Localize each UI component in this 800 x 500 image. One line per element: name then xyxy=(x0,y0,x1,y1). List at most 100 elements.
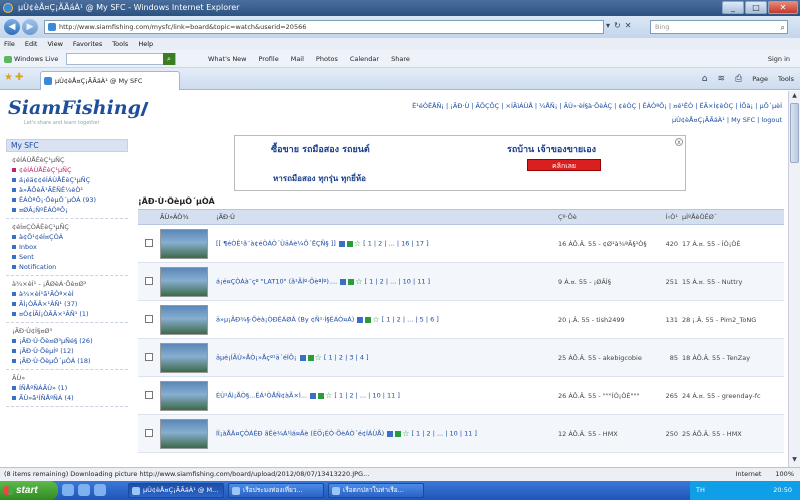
sign-in-link[interactable]: Sign in xyxy=(768,50,790,68)
sidebar-item[interactable]: à¢Õ¹¢éÍ¤ÇÒÁ xyxy=(12,232,122,242)
tools-menu[interactable]: Tools xyxy=(778,72,794,86)
sidebar-item[interactable]: à¾×èÍ¹ã¹ÃÒª×èÍ xyxy=(12,289,122,299)
site-logo[interactable]: SiamFishing xyxy=(8,97,156,119)
topic-pages[interactable]: [ 1 | 2 | ... | 10 | 11 ] xyxy=(365,278,431,286)
header-views[interactable]: Í‹Ò¹ xyxy=(658,210,682,224)
sidebar-item[interactable]: á¡éä¢¢éÍÁÙÅÊèÇ¹µÑÇ xyxy=(12,175,122,185)
taskbar-task-3[interactable]: เรือตกปลาในท่าเรือ... xyxy=(328,483,424,498)
sidebar-item[interactable]: ÊÁÒªÔ¡·ÕèµÔ´µÒÁ (93) xyxy=(12,195,122,205)
views-cell: 85 xyxy=(669,353,678,362)
wl-link-profile[interactable]: Profile xyxy=(259,50,279,68)
dropdown-arrow-icon[interactable]: ▾ xyxy=(606,21,614,30)
menu-view[interactable]: View xyxy=(47,38,62,50)
address-bar[interactable]: http://www.siamfishing.com/mysfc/link=bo… xyxy=(44,20,604,34)
minimize-button[interactable]: _ xyxy=(722,1,744,14)
sidebar-item[interactable]: ÃÙ»ã¹ÍÑÅºÑÁ (4) xyxy=(12,393,122,403)
wl-link-calendar[interactable]: Calendar xyxy=(350,50,379,68)
sidebar-item[interactable]: ¡ÃÐ·Ù·Õè¤Ø³µÑé§ (26) xyxy=(12,336,122,346)
zoom-level[interactable]: 100% xyxy=(775,468,794,481)
sidebar-item[interactable]: ¤ØÂ¡ÑºÊÁÒªÔ¡ xyxy=(12,205,122,215)
sidebar-item[interactable]: ¤Ó¢ÍÃÍ¡ÒÃÂ×¹ÂÑ¹ (1) xyxy=(12,309,122,319)
menu-edit[interactable]: Edit xyxy=(25,38,38,50)
quick-launch-browser-icon[interactable] xyxy=(78,484,90,496)
row-checkbox[interactable] xyxy=(145,390,153,399)
search-icon[interactable]: ⌕ xyxy=(781,22,785,34)
sidebar-item[interactable]: Notification xyxy=(12,262,122,272)
sidebar-item[interactable]: ÃÍ¡ÒÃÂ×¹ÂÑ¹ (37) xyxy=(12,299,122,309)
topic-title-link[interactable]: äµé¡ÍÃÙ»ÅÒ¡»Åçº¹ä´éÍÔ¡ xyxy=(216,354,297,362)
menu-help[interactable]: Help xyxy=(138,38,153,50)
sidebar-item[interactable]: Inbox xyxy=(12,242,122,252)
print-icon[interactable]: ⎙ xyxy=(735,72,742,86)
home-icon[interactable]: ⌂ xyxy=(702,72,708,86)
wl-link-share[interactable]: Share xyxy=(391,50,410,68)
wl-link-whats-new[interactable]: What's New xyxy=(208,50,247,68)
scrollbar-thumb[interactable] xyxy=(790,103,799,163)
top-navigation[interactable]: Ë¹éÒËÅÑ¡ | ¡ÃÐ·Ù | ÃÕÇÔÇ | ×ÍÃìÁÙÅ | ¼ÅÑ… xyxy=(380,101,782,111)
topic-pages[interactable]: [ 1 | 2 | ... | 16 | 17 ] xyxy=(363,240,429,248)
header-last-reply[interactable]: µÍºÅèÒÊØ´ xyxy=(682,210,784,224)
topic-thumbnail[interactable] xyxy=(160,304,208,335)
sidebar-item[interactable]: ¡ÃÐ·Ù·ÕèµÍº (12) xyxy=(12,346,122,356)
sidebar-item[interactable]: ¢éÍÁÙÅÊèÇ¹µÑÇ xyxy=(12,165,122,175)
scroll-up-icon[interactable]: ▲ xyxy=(790,92,799,102)
feeds-icon[interactable]: ≋ xyxy=(717,72,725,86)
start-button[interactable]: start xyxy=(0,481,58,500)
wl-link-photos[interactable]: Photos xyxy=(316,50,338,68)
back-button[interactable]: ◀ xyxy=(4,19,20,35)
topic-thumbnail[interactable] xyxy=(160,266,208,297)
header-topic[interactable]: ¡ÃÐ·Ù xyxy=(214,210,556,224)
vertical-scrollbar[interactable]: ▲ ▼ xyxy=(788,91,800,467)
topic-title-link[interactable]: ä»µ¡ÃÐ¾§·Õèà¡ÒÐÊÁØÂ (By ¢Ñ¹·Í§ÊÁÒ¤Á) xyxy=(216,316,354,324)
row-checkbox[interactable] xyxy=(145,428,153,437)
topic-pages[interactable]: [ 1 | 2 | ... | 5 | 6 ] xyxy=(382,316,439,324)
wl-link-mail[interactable]: Mail xyxy=(291,50,304,68)
menu-file[interactable]: File xyxy=(4,38,15,50)
quick-launch-desktop-icon[interactable] xyxy=(94,484,106,496)
security-zone: Internet xyxy=(735,470,762,478)
close-button[interactable]: ✕ xyxy=(768,1,798,14)
windows-live-search-input[interactable]: ⌕ xyxy=(66,53,176,65)
maximize-button[interactable]: □ xyxy=(745,1,767,14)
menu-tools[interactable]: Tools xyxy=(112,38,128,50)
sidebar-item[interactable]: ¡ÃÐ·Ù·ÕèµÔ´µÒÁ (18) xyxy=(12,356,122,366)
topic-thumbnail[interactable] xyxy=(160,342,208,373)
refresh-icon[interactable]: ↻ xyxy=(614,21,625,30)
row-checkbox[interactable] xyxy=(145,276,153,285)
search-go-icon[interactable]: ⌕ xyxy=(163,53,175,65)
topic-title-link[interactable]: [[ ¶éÒÊ¹ã¨à¢éÒÁÒ´ÙäÁè¼Ô´ËÇÑ§ ]] xyxy=(216,240,336,248)
ad-cta-button[interactable]: คลิกเลย xyxy=(527,159,601,171)
sidebar-item[interactable]: ÍÑÅºÑÁÃÙ» (1) xyxy=(12,383,122,393)
language-indicator[interactable]: TH xyxy=(696,486,705,494)
quick-launch-ie-icon[interactable] xyxy=(62,484,74,496)
row-checkbox[interactable] xyxy=(145,352,153,361)
stop-icon[interactable]: ✕ xyxy=(625,21,636,30)
search-input[interactable]: Bing ⌕ xyxy=(650,20,788,34)
favorites-star-icon[interactable]: ★✚ xyxy=(4,72,25,83)
topic-title-link[interactable]: ÈÙ¹Âì¡ÅÒ§...ÊÁ¹ÒÅÑ¢àÃ×Í... xyxy=(216,392,307,400)
ad-banner[interactable]: ซื้อขาย รถมือสอง รถยนต์ หารถมือสอง ทุกรุ… xyxy=(234,135,686,191)
browser-tab[interactable]: µÙ¢èÅ¤Ç¡ÃÃáÀ¹ @ My SFC xyxy=(40,71,180,90)
sidebar-item[interactable]: Sent xyxy=(12,252,122,262)
taskbar-task-1[interactable]: µÙ¢èÅ¤Ç¡ÃÃáÀ¹ @ M... xyxy=(128,483,224,498)
bullet-icon xyxy=(12,168,16,172)
taskbar-task-2[interactable]: เรือประมงท่องเที่ยว... xyxy=(228,483,324,498)
row-checkbox[interactable] xyxy=(145,314,153,323)
topic-thumbnail[interactable] xyxy=(160,380,208,411)
sidebar-item[interactable]: à»ÅÕèÂ¹ÃËÑÊ¼èÒ¹ xyxy=(12,185,122,195)
topic-thumbnail[interactable] xyxy=(160,418,208,449)
topic-thumbnail[interactable] xyxy=(160,228,208,259)
topic-pages[interactable]: [ 1 | 2 | 3 | 4 ] xyxy=(324,354,369,362)
row-checkbox[interactable] xyxy=(145,238,153,247)
topic-pages[interactable]: [ 1 | 2 | ... | 10 | 11 ] xyxy=(334,392,400,400)
topic-title-link[interactable]: ÍÍ¡àÅÂ¤ÇÒÁÊÐ ãÊè¾Á¹ìá¤Ãè (ÈÖ¡ÉÒ·ÕèÁÒ´é¢Í… xyxy=(216,430,384,438)
topic-pages[interactable]: [ 1 | 2 | ... | 10 | 11 ] xyxy=(411,430,477,438)
ad-close-icon[interactable]: x xyxy=(675,138,683,146)
user-navigation[interactable]: µÙ¢èÅ¤Ç¡ÃÃáÀ¹ | My SFC | logout xyxy=(380,116,782,124)
forward-button[interactable]: ▶ xyxy=(22,19,38,35)
header-posted[interactable]: Çº·Õè xyxy=(556,210,658,224)
scroll-down-icon[interactable]: ▼ xyxy=(790,456,799,466)
topic-title-link[interactable]: á¡é¤ÇÒÁà¨çº "LAT10" (ã¹ÃÍº·ÕèªÍº).... xyxy=(216,278,337,286)
menu-favorites[interactable]: Favorites xyxy=(73,38,102,50)
page-menu[interactable]: Page xyxy=(752,72,768,86)
